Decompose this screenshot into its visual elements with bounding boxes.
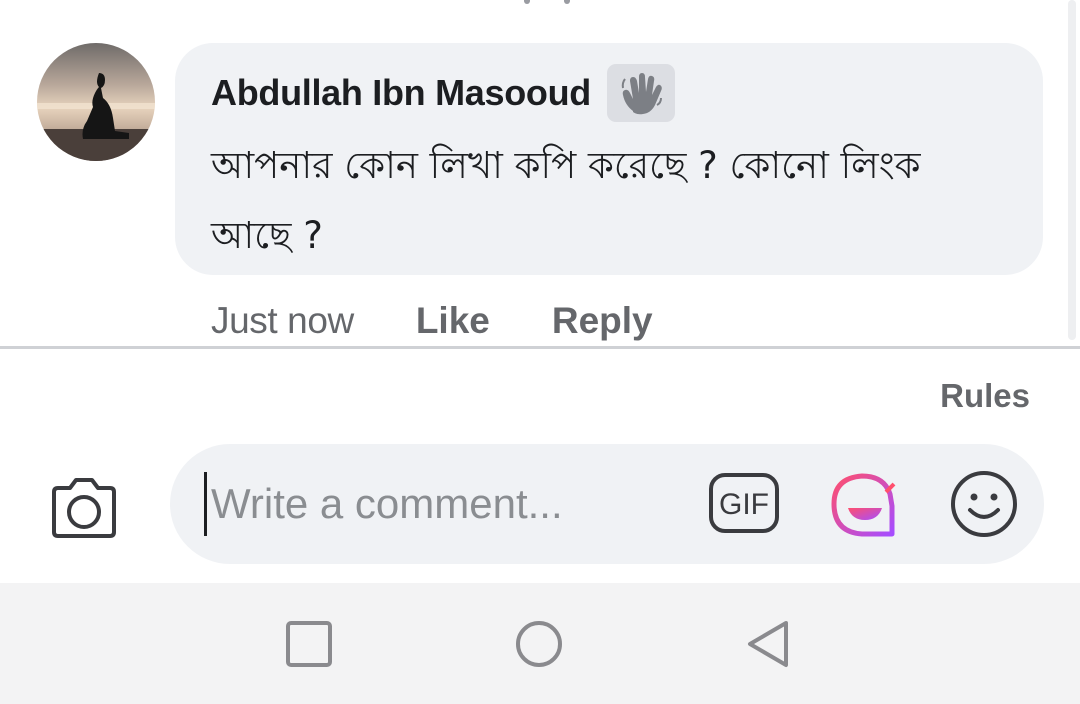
back-icon[interactable] bbox=[744, 619, 794, 669]
comment-actions: Just now Like Reply bbox=[211, 293, 653, 349]
gif-label: GIF bbox=[719, 488, 769, 521]
comment-thread: Abdullah Ibn Masooud আপনার কোন লিখা কপি … bbox=[0, 0, 1080, 347]
system-navbar bbox=[0, 583, 1080, 704]
avatar[interactable] bbox=[37, 43, 155, 161]
comment-composer[interactable]: GIF bbox=[170, 444, 1044, 564]
camera-icon[interactable] bbox=[46, 470, 122, 546]
author-row: Abdullah Ibn Masooud bbox=[211, 64, 675, 122]
comment-bubble[interactable]: Abdullah Ibn Masooud আপনার কোন লিখা কপি … bbox=[175, 43, 1043, 275]
gif-button[interactable]: GIF bbox=[708, 472, 780, 534]
comment-screen: Abdullah Ibn Masooud আপনার কোন লিখা কপি … bbox=[0, 0, 1080, 704]
rules-link[interactable]: Rules bbox=[940, 377, 1030, 415]
wave-hand-icon[interactable] bbox=[606, 64, 675, 122]
sticker-icon[interactable] bbox=[826, 468, 900, 538]
comment-text: আপনার কোন লিখা কপি করেছে ? কোনো লিংক আছে… bbox=[211, 144, 921, 257]
timestamp: Just now bbox=[211, 300, 354, 341]
like-button[interactable]: Like bbox=[416, 300, 490, 342]
author-name[interactable]: Abdullah Ibn Masooud bbox=[211, 72, 591, 114]
home-icon[interactable] bbox=[514, 619, 564, 669]
reply-button[interactable]: Reply bbox=[552, 300, 653, 342]
emoji-icon[interactable] bbox=[948, 468, 1020, 540]
avatar-image bbox=[37, 43, 155, 161]
divider bbox=[0, 346, 1080, 349]
comment-input[interactable] bbox=[204, 472, 691, 536]
recent-apps-icon[interactable] bbox=[284, 619, 334, 669]
